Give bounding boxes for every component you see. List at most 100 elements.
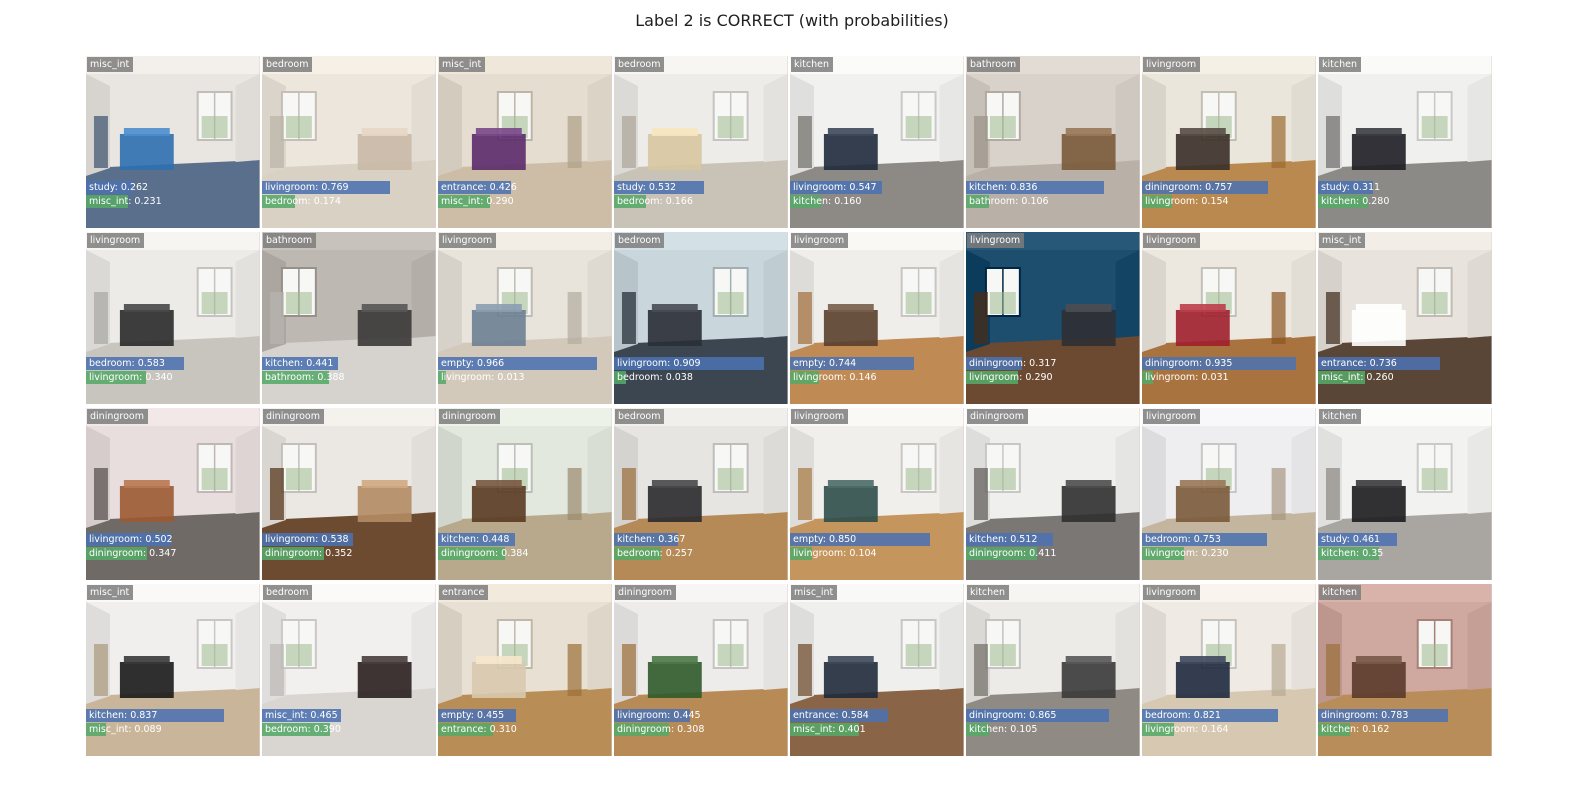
top2-prediction-text: entrance: 0.310 [441, 724, 517, 735]
ground-truth-label: livingroom [791, 233, 849, 248]
top2-prediction-text: misc_int: 0.260 [1321, 372, 1394, 383]
image-tile: misc_int kitchen: 0.837 misc_int: 0.089 [86, 584, 260, 756]
image-tile: livingroom bedroom: 0.583 livingroom: 0.34… [86, 232, 260, 404]
ground-truth-label: diningroom [967, 409, 1028, 424]
top2-prediction-text: livingroom: 0.031 [1145, 372, 1229, 383]
ground-truth-label: livingroom [1143, 585, 1201, 600]
top1-prediction-text: empty: 0.966 [441, 358, 505, 369]
image-tile: livingroom bedroom: 0.753 livingroom: 0.23… [1142, 408, 1316, 580]
top1-prediction-text: bedroom: 0.753 [1145, 534, 1221, 545]
top1-prediction-text: diningroom: 0.865 [969, 710, 1057, 721]
image-tile: livingroom diningroom: 0.935 livingroom: 0… [1142, 232, 1316, 404]
top2-prediction-text: kitchen: 0.160 [793, 196, 862, 207]
ground-truth-label: livingroom [791, 409, 849, 424]
top2-prediction-text: livingroom: 0.104 [793, 548, 877, 559]
ground-truth-label: misc_int [439, 57, 486, 72]
top2-prediction-text: diningroom: 0.308 [617, 724, 705, 735]
ground-truth-label: bedroom [615, 233, 665, 248]
ground-truth-label: livingroom [1143, 233, 1201, 248]
top2-prediction-text: bathroom: 0.106 [969, 196, 1049, 207]
top1-prediction-text: bedroom: 0.583 [89, 358, 165, 369]
image-tile: livingroom diningroom: 0.757 livingroom: 0… [1142, 56, 1316, 228]
image-tile: misc_int entrance: 0.736 misc_int: 0.260 [1318, 232, 1492, 404]
top1-prediction-text: diningroom: 0.317 [969, 358, 1057, 369]
ground-truth-label: misc_int [1319, 233, 1366, 248]
image-tile: bedroom livingroom: 0.769 bedroom: 0.174 [262, 56, 436, 228]
image-tile: kitchen diningroom: 0.865 kitchen: 0.105 [966, 584, 1140, 756]
top1-prediction-text: empty: 0.850 [793, 534, 857, 545]
top2-prediction-text: livingroom: 0.154 [1145, 196, 1229, 207]
image-tile: kitchen diningroom: 0.783 kitchen: 0.162 [1318, 584, 1492, 756]
image-tile: bedroom misc_int: 0.465 bedroom: 0.390 [262, 584, 436, 756]
top2-prediction-text: bedroom: 0.174 [265, 196, 341, 207]
top1-prediction-text: diningroom: 0.783 [1321, 710, 1409, 721]
top2-prediction-text: diningroom: 0.411 [969, 548, 1057, 559]
top2-prediction-text: bedroom: 0.038 [617, 372, 693, 383]
image-tile: livingroom empty: 0.966 livingroom: 0.013 [438, 232, 612, 404]
ground-truth-label: bathroom [263, 233, 317, 248]
ground-truth-label: kitchen [1319, 585, 1361, 600]
top2-prediction-text: livingroom: 0.340 [89, 372, 173, 383]
image-tile: bathroom kitchen: 0.441 bathroom: 0.388 [262, 232, 436, 404]
image-tile: bedroom kitchen: 0.367 bedroom: 0.257 [614, 408, 788, 580]
image-tile: kitchen study: 0.461 kitchen: 0.35 [1318, 408, 1492, 580]
top1-prediction-text: entrance: 0.426 [441, 182, 517, 193]
ground-truth-label: diningroom [439, 409, 500, 424]
top1-prediction-text: empty: 0.455 [441, 710, 505, 721]
top1-prediction-text: misc_int: 0.465 [265, 710, 338, 721]
ground-truth-label: livingroom [1143, 57, 1201, 72]
top2-prediction-text: livingroom: 0.164 [1145, 724, 1229, 735]
ground-truth-label: bedroom [263, 57, 313, 72]
top2-prediction-text: diningroom: 0.384 [441, 548, 529, 559]
top2-prediction-text: livingroom: 0.290 [969, 372, 1053, 383]
top1-prediction-text: entrance: 0.736 [1321, 358, 1397, 369]
top2-prediction-text: livingroom: 0.146 [793, 372, 877, 383]
ground-truth-label: kitchen [1319, 409, 1361, 424]
ground-truth-label: diningroom [263, 409, 324, 424]
image-tile: livingroom diningroom: 0.317 livingroom: 0… [966, 232, 1140, 404]
top2-prediction-text: diningroom: 0.352 [265, 548, 353, 559]
image-tile: livingroom bedroom: 0.821 livingroom: 0.16… [1142, 584, 1316, 756]
image-grid: misc_int study: 0.262 misc_int: 0.231 bedro… [86, 56, 1492, 756]
ground-truth-label: livingroom [1143, 409, 1201, 424]
top1-prediction-text: kitchen: 0.448 [441, 534, 510, 545]
top2-prediction-text: kitchen: 0.280 [1321, 196, 1390, 207]
image-tile: misc_int study: 0.262 misc_int: 0.231 [86, 56, 260, 228]
top2-prediction-text: misc_int: 0.231 [89, 196, 162, 207]
top2-prediction-text: bathroom: 0.388 [265, 372, 345, 383]
top1-prediction-text: kitchen: 0.441 [265, 358, 334, 369]
ground-truth-label: livingroom [439, 233, 497, 248]
top1-prediction-text: study: 0.532 [617, 182, 677, 193]
ground-truth-label: kitchen [791, 57, 833, 72]
top1-prediction-text: study: 0.311 [1321, 182, 1381, 193]
top1-prediction-text: livingroom: 0.538 [265, 534, 349, 545]
top1-prediction-text: study: 0.461 [1321, 534, 1381, 545]
top1-prediction-text: diningroom: 0.935 [1145, 358, 1233, 369]
top2-prediction-text: bedroom: 0.390 [265, 724, 341, 735]
ground-truth-label: misc_int [87, 57, 134, 72]
ground-truth-label: bedroom [263, 585, 313, 600]
top2-prediction-text: livingroom: 0.230 [1145, 548, 1229, 559]
ground-truth-label: kitchen [967, 585, 1009, 600]
image-tile: diningroom livingroom: 0.538 diningroom: 0… [262, 408, 436, 580]
top1-prediction-text: bedroom: 0.821 [1145, 710, 1221, 721]
ground-truth-label: livingroom [87, 233, 145, 248]
image-tile: bathroom kitchen: 0.836 bathroom: 0.106 [966, 56, 1140, 228]
top1-prediction-text: empty: 0.744 [793, 358, 857, 369]
image-tile: bedroom livingroom: 0.909 bedroom: 0.038 [614, 232, 788, 404]
top1-prediction-text: livingroom: 0.445 [617, 710, 701, 721]
image-tile: livingroom empty: 0.744 livingroom: 0.146 [790, 232, 964, 404]
image-tile: kitchen study: 0.311 kitchen: 0.280 [1318, 56, 1492, 228]
image-tile: diningroom kitchen: 0.512 diningroom: 0.41… [966, 408, 1140, 580]
top1-prediction-text: kitchen: 0.367 [617, 534, 686, 545]
top2-prediction-text: kitchen: 0.35 [1321, 548, 1384, 559]
top1-prediction-text: entrance: 0.584 [793, 710, 869, 721]
ground-truth-label: misc_int [791, 585, 838, 600]
image-tile: misc_int entrance: 0.584 misc_int: 0.401 [790, 584, 964, 756]
image-tile: diningroom kitchen: 0.448 diningroom: 0.38… [438, 408, 612, 580]
top1-prediction-text: livingroom: 0.547 [793, 182, 877, 193]
image-tile: kitchen livingroom: 0.547 kitchen: 0.160 [790, 56, 964, 228]
ground-truth-label: misc_int [87, 585, 134, 600]
ground-truth-label: bedroom [615, 409, 665, 424]
image-tile: entrance empty: 0.455 entrance: 0.310 [438, 584, 612, 756]
